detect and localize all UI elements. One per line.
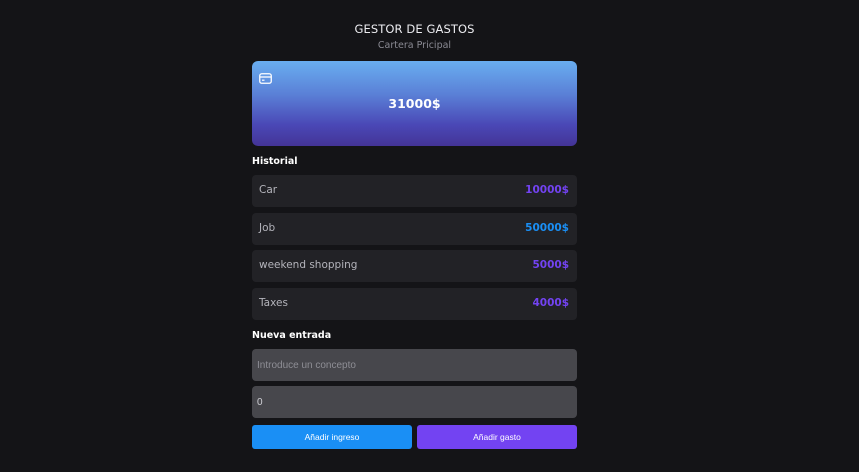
history-item: Car 10000$ [252,175,577,207]
history-item-concept: Job [259,221,276,234]
history-item: Job 50000$ [252,212,577,245]
balance-card: 31000$ [252,61,577,146]
history-item-concept: Car [259,184,278,196]
history-item: weekend shopping 5000$ [252,250,577,282]
new-entry-heading: Nueva entrada [252,330,332,341]
history-item-amount: 4000$ [532,296,569,309]
amount-input[interactable] [252,386,577,418]
history-item-amount: 5000$ [532,259,569,271]
concept-input[interactable] [252,349,577,381]
history-heading: Historial [252,156,298,167]
add-income-button[interactable]: Añadir ingreso [252,425,412,449]
balance-amount: 31000$ [388,96,441,111]
credit-card-icon [259,69,272,84]
history-item-concept: Taxes [259,296,288,309]
history-item-amount: 10000$ [525,184,569,196]
history-item-concept: weekend shopping [259,259,358,271]
wallet-name: Cartera Pricipal [377,40,452,51]
history-item: Taxes 4000$ [252,287,577,320]
page-title: GESTOR DE GASTOS [354,22,475,36]
history-item-amount: 50000$ [525,221,569,234]
add-expense-button[interactable]: Añadir gasto [417,425,577,449]
